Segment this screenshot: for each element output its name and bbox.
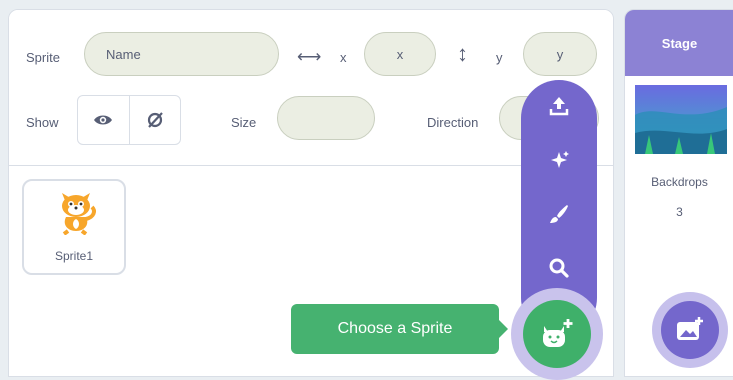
choose-sprite-tooltip: Choose a Sprite — [291, 304, 508, 354]
y-placeholder: y — [556, 46, 564, 62]
backdrop-thumbnail[interactable] — [635, 85, 727, 154]
backdrops-label: Backdrops — [651, 175, 708, 189]
sprite-label: Sprite — [26, 50, 60, 65]
paintbrush-icon — [550, 205, 568, 223]
y-input[interactable]: y — [523, 32, 597, 76]
show-visible-button[interactable] — [78, 96, 130, 144]
show-label: Show — [26, 115, 59, 130]
search-icon — [549, 258, 569, 278]
stage-title: Stage — [661, 35, 698, 51]
cat-plus-icon — [543, 319, 573, 347]
add-backdrop-icon — [677, 317, 703, 340]
show-hidden-button[interactable] — [130, 96, 181, 144]
upload-sprite-button[interactable] — [539, 86, 579, 126]
cat-sprite-icon — [62, 193, 96, 235]
direction-label: Direction — [427, 115, 479, 130]
visibility-toggle — [77, 95, 181, 145]
x-arrows-icon: ⟷ — [297, 47, 322, 66]
y-label: y — [496, 50, 503, 65]
sprite-card[interactable]: Sprite1 — [22, 179, 126, 275]
hidden-icon — [147, 112, 163, 128]
sparkle-icon — [551, 151, 569, 168]
surprise-button[interactable] — [539, 140, 579, 180]
sprite-name: Sprite1 — [54, 249, 94, 263]
tooltip-text: Choose a Sprite — [337, 320, 453, 337]
size-input[interactable] — [277, 96, 375, 140]
x-label: x — [340, 50, 347, 65]
choose-sprite-search-button[interactable] — [539, 248, 579, 288]
x-input[interactable]: x — [364, 32, 436, 76]
choose-sprite-button[interactable] — [511, 288, 603, 380]
sprite-name-input[interactable]: Name — [84, 32, 279, 76]
stage-pane: Stage Backdrops 3 — [624, 9, 733, 377]
upload-icon — [549, 97, 569, 116]
stage-header[interactable]: Stage — [625, 10, 733, 76]
backdrops-count: 3 — [676, 205, 683, 219]
choose-backdrop-button[interactable] — [652, 292, 728, 368]
paint-button[interactable] — [539, 194, 579, 234]
x-placeholder: x — [396, 46, 404, 62]
sprite-name-placeholder: Name — [106, 46, 141, 62]
size-label: Size — [231, 115, 257, 130]
eye-icon — [94, 115, 113, 125]
y-arrows-icon: ↕ — [457, 41, 468, 66]
